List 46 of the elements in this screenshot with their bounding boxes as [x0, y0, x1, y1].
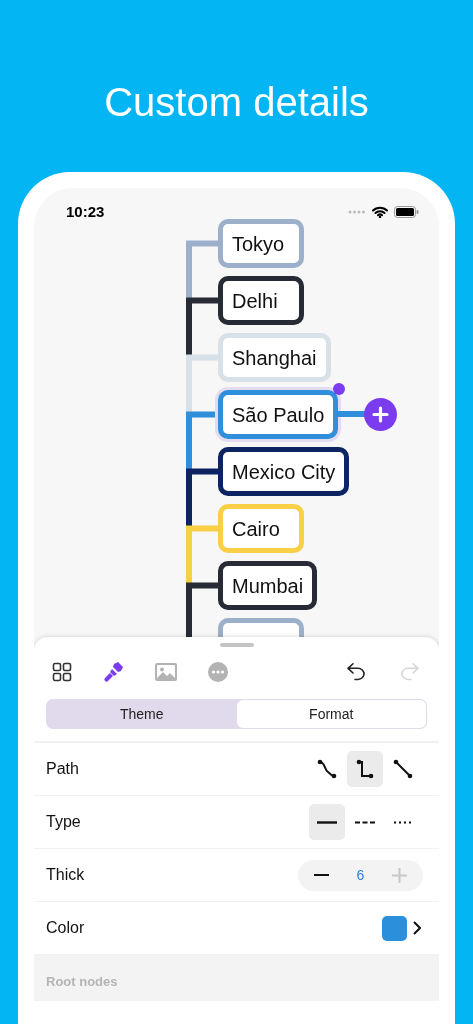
status-time: 10:23	[66, 201, 105, 222]
map-node[interactable]: São Paulo	[218, 390, 339, 439]
map-node[interactable]: Shanghai	[218, 333, 331, 382]
connector-line	[186, 354, 220, 415]
drag-handle[interactable]	[219, 643, 254, 647]
grid-icon	[52, 662, 72, 682]
headline: Custom details	[104, 80, 369, 124]
segment-tab[interactable]: Format	[236, 700, 426, 728]
map-node[interactable]: Cairo	[218, 504, 304, 553]
setting-label: Thick	[46, 865, 85, 885]
setting-label: Path	[46, 759, 79, 779]
more-icon	[208, 662, 228, 682]
battery-icon	[394, 206, 419, 218]
add-node-button[interactable]	[364, 398, 398, 431]
redo-icon	[398, 661, 420, 683]
undo-icon	[346, 661, 368, 683]
connector-line	[186, 297, 220, 358]
color-swatch[interactable]	[382, 915, 407, 941]
map-node[interactable]: Mumbai	[218, 561, 318, 610]
map-node[interactable]: Tokyo	[218, 219, 304, 268]
connector-line	[186, 468, 220, 529]
dotted-line-icon	[394, 820, 412, 824]
curve-path-icon	[317, 759, 337, 779]
picture-icon	[155, 663, 177, 681]
plus-icon	[372, 406, 390, 423]
selection-handle[interactable]	[333, 383, 346, 395]
map-node[interactable]	[218, 618, 304, 637]
setting-label: Type	[46, 812, 81, 832]
solid-line-icon	[317, 820, 337, 824]
chevron-right-icon[interactable]	[413, 921, 421, 935]
map-node[interactable]: Delhi	[218, 276, 304, 325]
setting-label: Color	[46, 918, 85, 938]
connector-line	[186, 240, 220, 301]
option-button[interactable]	[309, 804, 345, 840]
map-node[interactable]: Mexico City	[218, 447, 350, 496]
straight-path-icon	[393, 759, 413, 779]
dashed-line-icon	[355, 820, 375, 824]
plus-icon	[391, 867, 407, 883]
option-button[interactable]	[347, 751, 383, 787]
wifi-icon	[372, 206, 388, 218]
minus-icon	[314, 874, 330, 876]
signal-icon	[348, 210, 366, 214]
connector-line	[186, 525, 220, 586]
thickness-value: 6	[356, 865, 365, 885]
elbow-path-icon	[355, 759, 375, 779]
section-header: Root nodes	[46, 972, 118, 991]
